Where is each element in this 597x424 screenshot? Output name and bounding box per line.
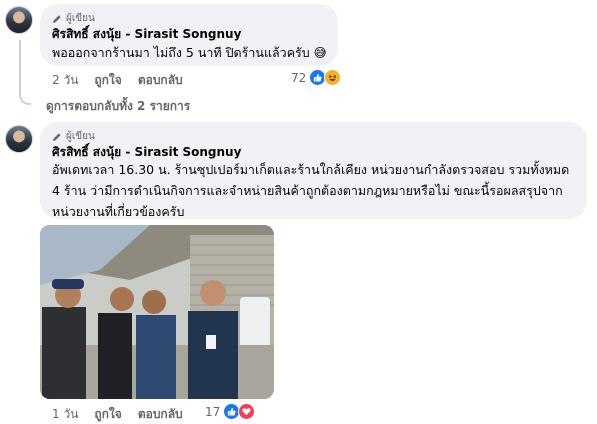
author-badge-label: ผู้เขียน [66, 13, 95, 24]
comment-text: อัพเดทเวลา 16.30 น. ร้านซุปเปอร์มาเก็ตแล… [52, 159, 582, 222]
comment-text-line: อัพเดทเวลา 16.30 น. ร้านซุปเปอร์มาเก็ตแล… [52, 162, 570, 177]
author-badge: ผู้เขียน [52, 11, 95, 26]
reaction-count: 17 [205, 404, 221, 419]
reaction-summary[interactable]: 17 [205, 403, 256, 420]
author-badge: ผู้เขียน [52, 129, 95, 144]
view-replies-link[interactable]: ดูการตอบกลับทั้ง 2 รายการ [46, 97, 190, 116]
pencil-icon [53, 132, 61, 141]
comment-text-line: 4 ร้าน ว่ามีการดำเนินกิจการและจำหน่ายสิน… [52, 183, 563, 198]
reply-button[interactable]: ตอบกลับ [138, 405, 183, 424]
love-icon [238, 403, 256, 420]
thread-line [19, 40, 31, 105]
comment-time[interactable]: 1 วัน [52, 405, 78, 424]
photo-scene [40, 225, 274, 399]
like-button[interactable]: ถูกใจ [94, 71, 121, 90]
comment-text-line: หน่วยงานที่เกี่ยวข้องครับ [52, 204, 185, 219]
comment-bubble: ผู้เขียน ศิรสิทธิ์ สงนุ้ย - Sirasit Song… [40, 122, 587, 219]
reaction-count: 72 [291, 70, 307, 85]
comment-photo[interactable] [40, 225, 274, 399]
reaction-summary[interactable]: 72 [291, 69, 342, 86]
avatar[interactable] [5, 6, 33, 34]
haha-icon [324, 69, 342, 86]
comment-actions: 1 วัน ถูกใจ ตอบกลับ [52, 405, 183, 424]
comment-actions: 2 วัน ถูกใจ ตอบกลับ [52, 71, 183, 90]
reply-button[interactable]: ตอบกลับ [138, 71, 183, 90]
author-badge-label: ผู้เขียน [66, 131, 95, 142]
avatar[interactable] [5, 125, 33, 153]
comment-time[interactable]: 2 วัน [52, 71, 78, 90]
like-button[interactable]: ถูกใจ [94, 405, 121, 424]
comment-text: พอออกจากร้านมา ไม่ถึง 5 นาที ปิดร้านแล้ว… [52, 45, 327, 60]
pencil-icon [53, 14, 61, 23]
comment-bubble: ผู้เขียน ศิรสิทธิ์ สงนุ้ย - Sirasit Song… [40, 4, 338, 66]
